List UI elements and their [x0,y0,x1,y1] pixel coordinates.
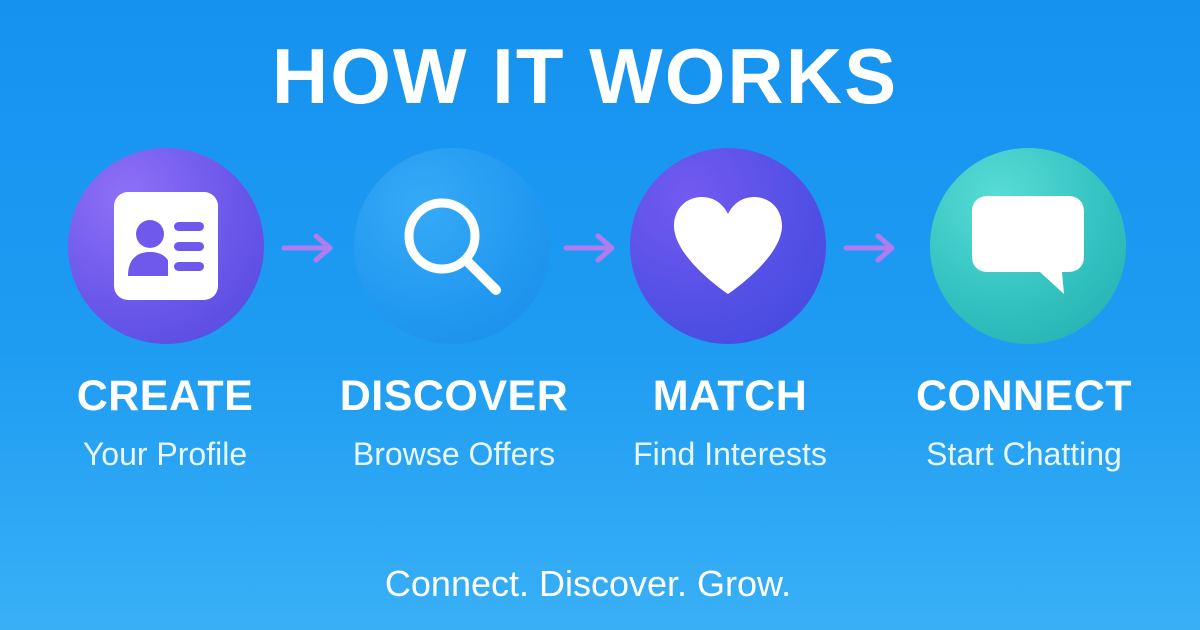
tagline: Connect. Discover. Grow. [384,563,792,604]
profile-card-icon [114,192,218,300]
step-connect-subtitle: Start Chatting [926,436,1122,472]
step-match-circle [630,148,826,344]
step-discover-title: DISCOVER [339,372,569,420]
step-discover-circle [354,148,550,344]
arrow-right-icon [281,233,333,263]
step-create-title: CREATE [76,372,254,420]
step-match-title: MATCH [652,372,808,420]
arrow-right-icon [843,233,895,263]
search-icon [404,198,501,295]
step-connect-title: CONNECT [915,372,1133,420]
arrow-right-icon [563,233,615,263]
step-create-subtitle: Your Profile [82,436,248,472]
step-discover-subtitle: Browse Offers [352,436,556,472]
step-connect-circle [930,148,1126,344]
chat-bubble-icon [972,196,1084,294]
step-create-circle [68,148,264,344]
heart-icon [674,197,782,294]
page-title: HOW IT WORKS [271,32,899,120]
step-match-subtitle: Find Interests [633,436,827,472]
